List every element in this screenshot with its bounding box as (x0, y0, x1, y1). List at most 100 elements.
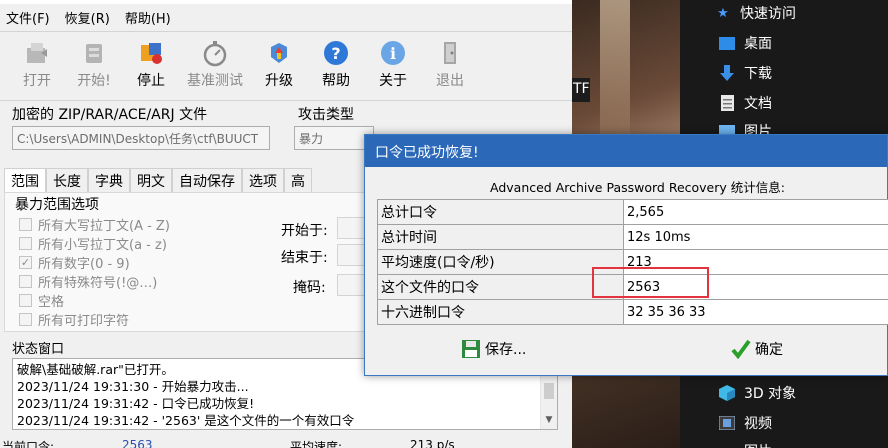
option-label: 所有特殊符号(!@…) (38, 276, 158, 291)
star-icon: ★ (717, 5, 729, 21)
nav-videos[interactable]: 视频 (718, 413, 772, 433)
table-row: 总计时间 12s 10ms (377, 224, 888, 250)
nav-3d-objects[interactable]: 3D 对象 (718, 383, 796, 403)
scroll-thumb[interactable] (544, 383, 554, 399)
menu-bar: 文件(F) 恢复(R) 帮助(H) (0, 8, 180, 28)
stop-label: 停止 (137, 73, 165, 89)
desktop-icon (718, 35, 736, 51)
film-icon (718, 415, 736, 431)
option-label: 所有数字(0 - 9) (38, 257, 130, 272)
mask-label: 掩码: (293, 280, 326, 296)
nav-desktop[interactable]: 桌面 (718, 33, 772, 53)
start-label: 开始! (77, 73, 111, 89)
ok-label: 确定 (755, 342, 783, 358)
stop-icon (136, 38, 166, 68)
stat-key: 平均速度(口令/秒) (377, 249, 624, 275)
nav-label: 文档 (744, 96, 772, 112)
nav-pictures-2[interactable]: 图片 (718, 441, 772, 448)
option-label: 所有大写拉丁文(A - Z) (38, 219, 170, 234)
option-digits[interactable]: ✓ 所有数字(0 - 9) (19, 253, 130, 272)
nav-quick-access[interactable]: ★ 快速访问 (714, 3, 796, 23)
checkbox[interactable] (19, 218, 32, 231)
floppy-disk-icon (461, 339, 481, 359)
toolbar: 打开 开始! 停止 基准测试 升级 ? 帮助 i 关于 退出 (0, 34, 572, 100)
open-button[interactable]: 打开 (12, 34, 62, 100)
tab-autosave[interactable]: 自动保存 (172, 168, 242, 192)
attack-type-select[interactable]: 暴力 (294, 126, 374, 150)
option-label: 所有小写拉丁文(a - z) (38, 238, 167, 253)
status-window-title: 状态窗口 (12, 342, 65, 357)
avg-speed-value: 213 p/s (410, 438, 455, 448)
file-path-field[interactable]: C:\Users\ADMIN\Desktop\任务\ctf\BUUCT (12, 126, 270, 150)
log-line: 2023/11/24 19:31:30 - 开始暴力攻击... (17, 379, 249, 394)
tab-dictionary[interactable]: 字典 (88, 168, 130, 192)
option-label: 所有可打印字符 (38, 314, 130, 329)
download-arrow-icon (718, 65, 736, 81)
benchmark-icon (200, 38, 230, 68)
benchmark-button[interactable]: 基准测试 (183, 34, 247, 100)
save-button[interactable]: 保存... (461, 339, 526, 359)
background-text: TF (572, 78, 590, 102)
open-label: 打开 (23, 73, 51, 89)
end-at-label: 结束于: (281, 250, 328, 266)
file-group-label: 加密的 ZIP/RAR/ACE/ARJ 文件 (12, 107, 208, 123)
menu-recovery[interactable]: 恢复(R) (59, 8, 119, 28)
attack-type-label: 攻击类型 (298, 107, 354, 123)
tab-range[interactable]: 范围 (4, 168, 46, 192)
option-uppercase[interactable]: 所有大写拉丁文(A - Z) (19, 215, 170, 234)
nav-downloads[interactable]: 下载 (718, 63, 772, 83)
document-icon (718, 95, 736, 111)
about-button[interactable]: i 关于 (368, 34, 418, 100)
benchmark-label: 基准测试 (187, 73, 243, 89)
save-label: 保存... (485, 342, 527, 358)
menu-file[interactable]: 文件(F) (0, 8, 59, 28)
svg-text:?: ? (331, 44, 340, 63)
help-icon: ? (321, 38, 351, 68)
checkbox[interactable] (19, 294, 32, 307)
checkbox[interactable] (19, 275, 32, 288)
tab-advanced[interactable]: 高 (284, 168, 312, 192)
range-options-title: 暴力范围选项 (15, 197, 99, 213)
password-recovered-dialog: 口令已成功恢复! Advanced Archive Password Recov… (364, 134, 888, 376)
nav-label: 视频 (744, 416, 772, 432)
checkbox-checked[interactable]: ✓ (19, 256, 32, 269)
stat-value: 32 35 36 33 (623, 299, 888, 325)
nav-documents[interactable]: 文档 (718, 93, 772, 113)
table-row: 总计口令 2,565 (377, 199, 888, 225)
upgrade-button[interactable]: 升级 (254, 34, 304, 100)
menu-help[interactable]: 帮助(H) (119, 8, 180, 28)
exit-button[interactable]: 退出 (425, 34, 475, 100)
tab-options[interactable]: 选项 (242, 168, 284, 192)
checkmark-icon (731, 339, 751, 359)
nav-label: 快速访问 (740, 6, 796, 22)
checkbox[interactable] (19, 237, 32, 250)
stop-button[interactable]: 停止 (126, 34, 176, 100)
tab-strip: 范围 长度 字典 明文 自动保存 选项 高 (4, 168, 312, 192)
stat-value: 12s 10ms (623, 224, 888, 250)
option-label: 空格 (38, 295, 65, 310)
nav-label: 图片 (744, 441, 772, 448)
svg-text:i: i (390, 44, 396, 63)
table-row: 十六进制口令 32 35 36 33 (377, 299, 888, 325)
help-button[interactable]: ? 帮助 (311, 34, 361, 100)
scroll-down-icon[interactable]: ▼ (541, 412, 557, 429)
exit-label: 退出 (436, 73, 464, 89)
stat-value: 2,565 (623, 199, 888, 225)
ok-button[interactable]: 确定 (731, 339, 783, 359)
option-lowercase[interactable]: 所有小写拉丁文(a - z) (19, 234, 167, 253)
nav-label: 下载 (744, 66, 772, 82)
tab-plaintext[interactable]: 明文 (130, 168, 172, 192)
start-icon (79, 38, 109, 68)
statistics-table: 总计口令 2,565 总计时间 12s 10ms 平均速度(口令/秒) 213 … (377, 199, 888, 325)
avg-speed-label: 平均速度: (290, 440, 343, 448)
start-button[interactable]: 开始! (69, 34, 119, 100)
tab-length[interactable]: 长度 (46, 168, 88, 192)
option-space[interactable]: 空格 (19, 291, 64, 310)
option-printable[interactable]: 所有可打印字符 (19, 310, 129, 329)
title-bar (0, 0, 572, 4)
option-special[interactable]: 所有特殊符号(!@…) (19, 272, 157, 291)
start-at-label: 开始于: (281, 223, 328, 239)
toolbar-divider (0, 100, 572, 101)
checkbox[interactable] (19, 313, 32, 326)
help-label: 帮助 (322, 73, 350, 89)
